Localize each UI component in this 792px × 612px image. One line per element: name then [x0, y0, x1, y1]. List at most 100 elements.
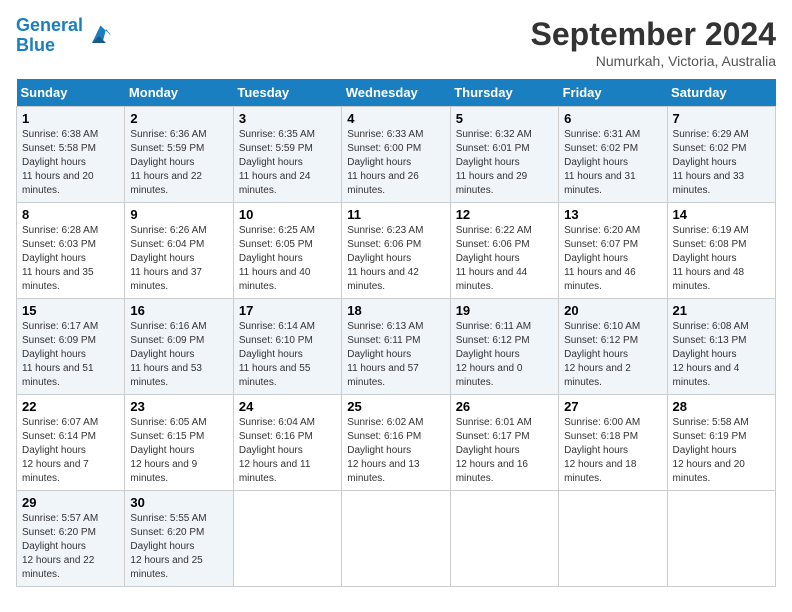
- day-info: Sunrise: 6:36 AMSunset: 5:59 PMDaylight …: [130, 128, 227, 198]
- day-number: 3: [239, 111, 336, 126]
- calendar-cell: 6 Sunrise: 6:31 AMSunset: 6:02 PMDaylight…: [559, 107, 667, 203]
- calendar-cell: 27Sunrise: 6:00 AMSunset: 6:18 PMDayligh…: [559, 395, 667, 491]
- day-info: Sunrise: 6:11 AMSunset: 6:12 PMDaylight …: [456, 320, 553, 390]
- day-info: Sunrise: 5:55 AMSunset: 6:20 PMDaylight …: [130, 512, 227, 582]
- location: Numurkah, Victoria, Australia: [531, 53, 776, 69]
- day-info: Sunrise: 6:10 AMSunset: 6:12 PMDaylight …: [564, 320, 661, 390]
- calendar-table: SundayMondayTuesdayWednesdayThursdayFrid…: [16, 79, 776, 587]
- logo-icon: [85, 22, 113, 50]
- logo: GeneralBlue: [16, 16, 113, 56]
- day-number: 5: [456, 111, 553, 126]
- calendar-cell: [342, 491, 450, 587]
- calendar-cell: 2 Sunrise: 6:36 AMSunset: 5:59 PMDaylight…: [125, 107, 233, 203]
- calendar-cell: [450, 491, 558, 587]
- day-info: Sunrise: 6:22 AMSunset: 6:06 PMDaylight …: [456, 224, 553, 294]
- day-number: 7: [673, 111, 770, 126]
- calendar-cell: 7 Sunrise: 6:29 AMSunset: 6:02 PMDaylight…: [667, 107, 775, 203]
- calendar-cell: 21Sunrise: 6:08 AMSunset: 6:13 PMDayligh…: [667, 299, 775, 395]
- day-info: Sunrise: 6:19 AMSunset: 6:08 PMDaylight …: [673, 224, 770, 294]
- day-number: 9: [130, 207, 227, 222]
- day-number: 19: [456, 303, 553, 318]
- day-number: 22: [22, 399, 119, 414]
- day-info: Sunrise: 6:07 AMSunset: 6:14 PMDaylight …: [22, 416, 119, 486]
- day-number: 12: [456, 207, 553, 222]
- day-number: 11: [347, 207, 444, 222]
- day-number: 2: [130, 111, 227, 126]
- header-tuesday: Tuesday: [233, 79, 341, 107]
- calendar-cell: 30 Sunrise: 5:55 AMSunset: 6:20 PMDayligh…: [125, 491, 233, 587]
- calendar-cell: [233, 491, 341, 587]
- day-info: Sunrise: 5:57 AMSunset: 6:20 PMDaylight …: [22, 512, 119, 582]
- day-info: Sunrise: 6:23 AMSunset: 6:06 PMDaylight …: [347, 224, 444, 294]
- day-number: 4: [347, 111, 444, 126]
- calendar-cell: 20Sunrise: 6:10 AMSunset: 6:12 PMDayligh…: [559, 299, 667, 395]
- day-number: 13: [564, 207, 661, 222]
- day-info: Sunrise: 6:20 AMSunset: 6:07 PMDaylight …: [564, 224, 661, 294]
- calendar-cell: 19 Sunrise: 6:11 AMSunset: 6:12 PMDayligh…: [450, 299, 558, 395]
- header-thursday: Thursday: [450, 79, 558, 107]
- day-number: 30: [130, 495, 227, 510]
- day-info: Sunrise: 6:02 AMSunset: 6:16 PMDaylight …: [347, 416, 444, 486]
- calendar-header-row: SundayMondayTuesdayWednesdayThursdayFrid…: [17, 79, 776, 107]
- day-number: 17: [239, 303, 336, 318]
- day-number: 6: [564, 111, 661, 126]
- day-number: 26: [456, 399, 553, 414]
- day-info: Sunrise: 5:58 AMSunset: 6:19 PMDaylight …: [673, 416, 770, 486]
- day-number: 24: [239, 399, 336, 414]
- header-sunday: Sunday: [17, 79, 125, 107]
- day-info: Sunrise: 6:32 AMSunset: 6:01 PMDaylight …: [456, 128, 553, 198]
- calendar-cell: 12 Sunrise: 6:22 AMSunset: 6:06 PMDayligh…: [450, 203, 558, 299]
- calendar-cell: 26 Sunrise: 6:01 AMSunset: 6:17 PMDayligh…: [450, 395, 558, 491]
- calendar-cell: 14 Sunrise: 6:19 AMSunset: 6:08 PMDayligh…: [667, 203, 775, 299]
- calendar-cell: 18Sunrise: 6:13 AMSunset: 6:11 PMDayligh…: [342, 299, 450, 395]
- calendar-cell: 28 Sunrise: 5:58 AMSunset: 6:19 PMDayligh…: [667, 395, 775, 491]
- calendar-cell: [667, 491, 775, 587]
- day-info: Sunrise: 6:04 AMSunset: 6:16 PMDaylight …: [239, 416, 336, 486]
- day-info: Sunrise: 6:00 AMSunset: 6:18 PMDaylight …: [564, 416, 661, 486]
- calendar-cell: 5 Sunrise: 6:32 AMSunset: 6:01 PMDaylight…: [450, 107, 558, 203]
- calendar-cell: [559, 491, 667, 587]
- calendar-cell: 15 Sunrise: 6:17 AMSunset: 6:09 PMDayligh…: [17, 299, 125, 395]
- day-info: Sunrise: 6:16 AMSunset: 6:09 PMDaylight …: [130, 320, 227, 390]
- day-info: Sunrise: 6:31 AMSunset: 6:02 PMDaylight …: [564, 128, 661, 198]
- day-number: 1: [22, 111, 119, 126]
- page-header: GeneralBlue September 2024 Numurkah, Vic…: [16, 16, 776, 69]
- day-number: 29: [22, 495, 119, 510]
- calendar-week-5: 29 Sunrise: 5:57 AMSunset: 6:20 PMDayligh…: [17, 491, 776, 587]
- calendar-cell: 10Sunrise: 6:25 AMSunset: 6:05 PMDayligh…: [233, 203, 341, 299]
- day-info: Sunrise: 6:28 AMSunset: 6:03 PMDaylight …: [22, 224, 119, 294]
- day-number: 10: [239, 207, 336, 222]
- calendar-week-3: 15 Sunrise: 6:17 AMSunset: 6:09 PMDayligh…: [17, 299, 776, 395]
- day-number: 8: [22, 207, 119, 222]
- calendar-cell: 4 Sunrise: 6:33 AMSunset: 6:00 PMDaylight…: [342, 107, 450, 203]
- header-saturday: Saturday: [667, 79, 775, 107]
- day-number: 23: [130, 399, 227, 414]
- calendar-cell: 22 Sunrise: 6:07 AMSunset: 6:14 PMDayligh…: [17, 395, 125, 491]
- header-friday: Friday: [559, 79, 667, 107]
- calendar-cell: 29 Sunrise: 5:57 AMSunset: 6:20 PMDayligh…: [17, 491, 125, 587]
- day-info: Sunrise: 6:05 AMSunset: 6:15 PMDaylight …: [130, 416, 227, 486]
- calendar-cell: 1 Sunrise: 6:38 AMSunset: 5:58 PMDaylight…: [17, 107, 125, 203]
- calendar-week-4: 22 Sunrise: 6:07 AMSunset: 6:14 PMDayligh…: [17, 395, 776, 491]
- calendar-cell: 16 Sunrise: 6:16 AMSunset: 6:09 PMDayligh…: [125, 299, 233, 395]
- day-number: 14: [673, 207, 770, 222]
- day-number: 28: [673, 399, 770, 414]
- month-title: September 2024: [531, 16, 776, 53]
- day-info: Sunrise: 6:29 AMSunset: 6:02 PMDaylight …: [673, 128, 770, 198]
- day-info: Sunrise: 6:38 AMSunset: 5:58 PMDaylight …: [22, 128, 119, 198]
- day-number: 15: [22, 303, 119, 318]
- calendar-cell: 11 Sunrise: 6:23 AMSunset: 6:06 PMDayligh…: [342, 203, 450, 299]
- day-info: Sunrise: 6:08 AMSunset: 6:13 PMDaylight …: [673, 320, 770, 390]
- day-number: 25: [347, 399, 444, 414]
- day-info: Sunrise: 6:13 AMSunset: 6:11 PMDaylight …: [347, 320, 444, 390]
- header-monday: Monday: [125, 79, 233, 107]
- day-number: 16: [130, 303, 227, 318]
- day-info: Sunrise: 6:01 AMSunset: 6:17 PMDaylight …: [456, 416, 553, 486]
- day-info: Sunrise: 6:35 AMSunset: 5:59 PMDaylight …: [239, 128, 336, 198]
- title-block: September 2024 Numurkah, Victoria, Austr…: [531, 16, 776, 69]
- day-info: Sunrise: 6:17 AMSunset: 6:09 PMDaylight …: [22, 320, 119, 390]
- day-info: Sunrise: 6:26 AMSunset: 6:04 PMDaylight …: [130, 224, 227, 294]
- calendar-week-2: 8 Sunrise: 6:28 AMSunset: 6:03 PMDaylight…: [17, 203, 776, 299]
- day-info: Sunrise: 6:33 AMSunset: 6:00 PMDaylight …: [347, 128, 444, 198]
- logo-text: GeneralBlue: [16, 16, 83, 56]
